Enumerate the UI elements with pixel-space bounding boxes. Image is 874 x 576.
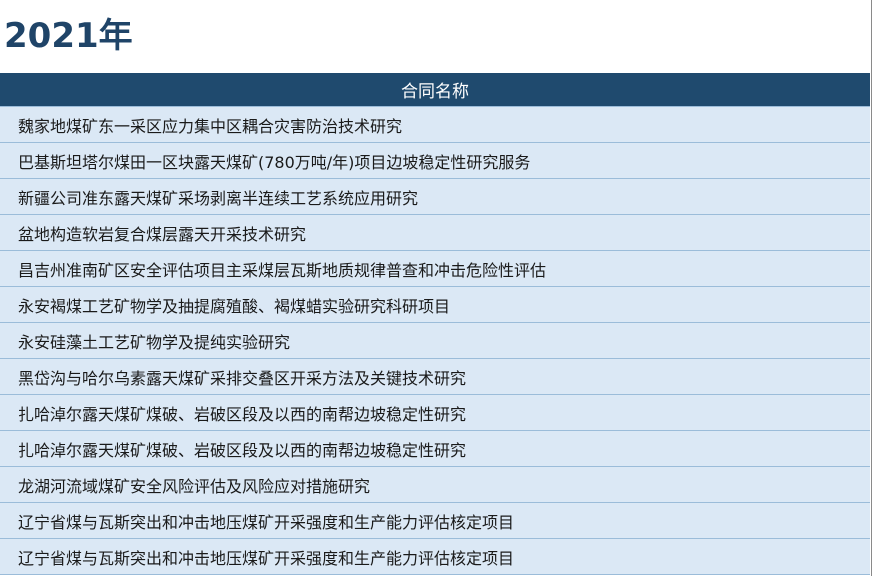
contract-name-cell: 辽宁省煤与瓦斯突出和冲击地压煤矿开采强度和生产能力评估核定项目 bbox=[0, 502, 870, 539]
contract-name-cell: 巴基斯坦塔尔煤田一区块露天煤矿(780万吨/年)项目边坡稳定性研究服务 bbox=[0, 142, 870, 179]
table-row: 永安硅藻土工艺矿物学及提纯实验研究 bbox=[0, 322, 870, 359]
contract-name-cell: 新疆公司准东露天煤矿采场剥离半连续工艺系统应用研究 bbox=[0, 178, 870, 215]
contract-name-cell: 辽宁省煤与瓦斯突出和冲击地压煤矿开采强度和生产能力评估核定项目 bbox=[0, 538, 870, 575]
table-row: 巴基斯坦塔尔煤田一区块露天煤矿(780万吨/年)项目边坡稳定性研究服务 bbox=[0, 142, 870, 179]
right-divider bbox=[871, 0, 872, 576]
contract-name-cell: 扎哈淖尔露天煤矿煤破、岩破区段及以西的南帮边坡稳定性研究 bbox=[0, 394, 870, 431]
table-row: 扎哈淖尔露天煤矿煤破、岩破区段及以西的南帮边坡稳定性研究 bbox=[0, 394, 870, 431]
page: 2021年 合同名称 魏家地煤矿东一采区应力集中区耦合灾害防治技术研究 巴基斯坦… bbox=[0, 0, 874, 576]
page-title: 2021年 bbox=[4, 16, 133, 56]
table-row: 扎哈淖尔露天煤矿煤破、岩破区段及以西的南帮边坡稳定性研究 bbox=[0, 430, 870, 467]
contract-table: 合同名称 魏家地煤矿东一采区应力集中区耦合灾害防治技术研究 巴基斯坦塔尔煤田一区… bbox=[0, 73, 870, 575]
contract-name-cell: 魏家地煤矿东一采区应力集中区耦合灾害防治技术研究 bbox=[0, 106, 870, 143]
table-row: 黑岱沟与哈尔乌素露天煤矿采排交叠区开采方法及关键技术研究 bbox=[0, 358, 870, 395]
table-row: 辽宁省煤与瓦斯突出和冲击地压煤矿开采强度和生产能力评估核定项目 bbox=[0, 538, 870, 575]
table-row: 魏家地煤矿东一采区应力集中区耦合灾害防治技术研究 bbox=[0, 106, 870, 143]
table-row: 盆地构造软岩复合煤层露天开采技术研究 bbox=[0, 214, 870, 251]
contract-name-cell: 永安褐煤工艺矿物学及抽提腐殖酸、褐煤蜡实验研究科研项目 bbox=[0, 286, 870, 323]
table-row: 龙湖河流域煤矿安全风险评估及风险应对措施研究 bbox=[0, 466, 870, 503]
table-row: 永安褐煤工艺矿物学及抽提腐殖酸、褐煤蜡实验研究科研项目 bbox=[0, 286, 870, 323]
contract-name-cell: 黑岱沟与哈尔乌素露天煤矿采排交叠区开采方法及关键技术研究 bbox=[0, 358, 870, 395]
contract-name-cell: 盆地构造软岩复合煤层露天开采技术研究 bbox=[0, 214, 870, 251]
contract-name-cell: 扎哈淖尔露天煤矿煤破、岩破区段及以西的南帮边坡稳定性研究 bbox=[0, 430, 870, 467]
table-row: 新疆公司准东露天煤矿采场剥离半连续工艺系统应用研究 bbox=[0, 178, 870, 215]
contract-name-cell: 昌吉州准南矿区安全评估项目主采煤层瓦斯地质规律普查和冲击危险性评估 bbox=[0, 250, 870, 287]
contract-name-cell: 永安硅藻土工艺矿物学及提纯实验研究 bbox=[0, 322, 870, 359]
contract-name-cell: 龙湖河流域煤矿安全风险评估及风险应对措施研究 bbox=[0, 466, 870, 503]
table-row: 昌吉州准南矿区安全评估项目主采煤层瓦斯地质规律普查和冲击危险性评估 bbox=[0, 250, 870, 287]
column-header-contract-name: 合同名称 bbox=[0, 73, 870, 107]
table-header-row: 合同名称 bbox=[0, 73, 870, 107]
table-row: 辽宁省煤与瓦斯突出和冲击地压煤矿开采强度和生产能力评估核定项目 bbox=[0, 502, 870, 539]
